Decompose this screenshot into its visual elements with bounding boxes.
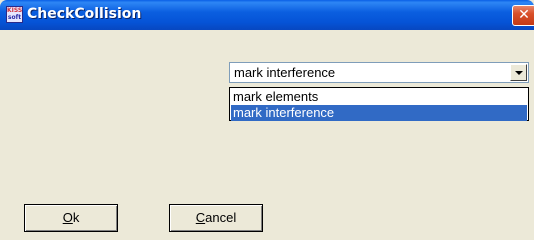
kiss-app-icon: KISS soft [6,6,23,23]
combo-dropdown-list: mark elements mark interference [229,87,529,121]
close-button[interactable]: ✕ [512,5,534,26]
mode-combobox[interactable]: mark interference [229,62,529,83]
cancel-button[interactable]: Cancel [169,204,263,232]
ok-label-rest: k [72,210,80,225]
dropdown-option-mark-elements[interactable]: mark elements [231,89,527,105]
app-icon-text-top: KISS [7,7,23,14]
check-collision-dialog: KISS soft CheckCollision ✕ mark interfer… [0,0,534,240]
ok-mnemonic: O [62,210,73,225]
app-icon-text-bottom: soft [7,14,22,21]
cancel-label-rest: ancel [205,210,237,225]
title-bar[interactable]: KISS soft CheckCollision ✕ [0,0,534,30]
chevron-down-icon[interactable] [510,64,527,81]
cancel-mnemonic: C [195,210,206,225]
combo-selected-value: mark interference [234,65,336,80]
window-title: CheckCollision [27,6,142,22]
dropdown-option-mark-interference[interactable]: mark interference [231,105,527,121]
ok-button[interactable]: Ok [24,204,118,232]
close-icon: ✕ [518,7,530,23]
